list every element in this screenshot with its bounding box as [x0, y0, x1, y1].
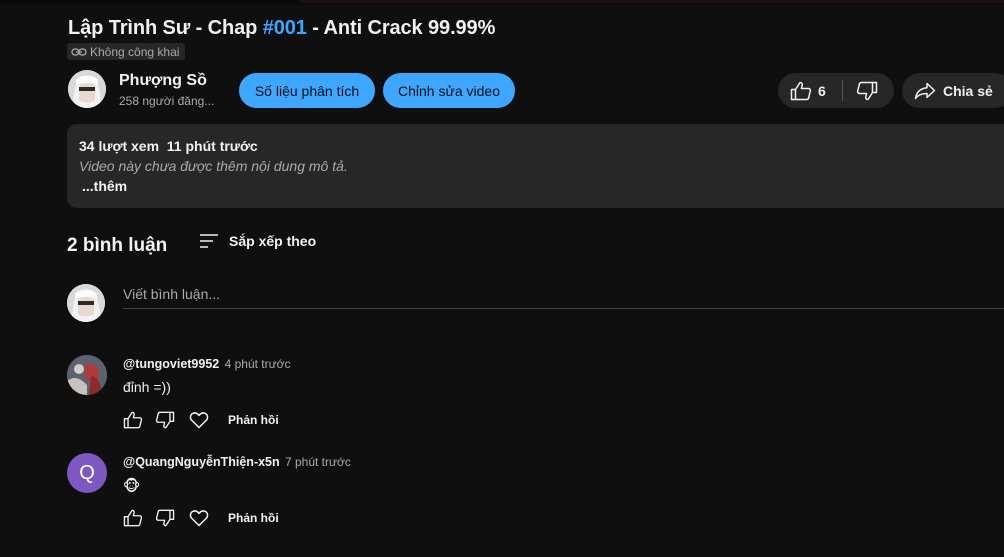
comment-header: @tungoviet9952 4 phút trước	[123, 357, 291, 371]
channel-name[interactable]: Phượng Sồ	[119, 72, 207, 90]
description-text: Video này chưa được thêm nội dung mô tả.	[79, 158, 348, 174]
channel-avatar[interactable]	[68, 70, 106, 108]
comment-dislike-icon[interactable]	[153, 408, 177, 432]
comment-actions: Phản hồi	[121, 408, 279, 432]
comment-time[interactable]: 4 phút trước	[225, 357, 291, 371]
heart-icon[interactable]	[187, 506, 211, 530]
share-label: Chia sẻ	[943, 82, 993, 99]
reply-button[interactable]: Phản hồi	[228, 511, 279, 525]
sort-by-button[interactable]: Sắp xếp theo	[199, 233, 316, 249]
comment-input-underline	[123, 308, 1004, 309]
view-stats: 34 lượt xem 11 phút trước	[79, 138, 258, 154]
show-more-link[interactable]: ...thêm	[82, 178, 127, 194]
privacy-badge: Không công khai	[67, 43, 186, 60]
comment-like-icon[interactable]	[121, 408, 145, 432]
commenter-avatar[interactable]	[67, 355, 107, 395]
description-box[interactable]: 34 lượt xem 11 phút trước Video này chưa…	[67, 124, 1004, 208]
share-button[interactable]: Chia sẻ	[902, 73, 1004, 108]
comment-author[interactable]: @QuangNguyễnThiện-x5n	[123, 455, 280, 469]
comment-header: @QuangNguyễnThiện-x5n 7 phút trước	[123, 455, 351, 469]
comments-count: 2 bình luận	[67, 235, 168, 256]
commenter-avatar[interactable]: Q	[67, 453, 107, 493]
dislike-icon[interactable]	[856, 81, 878, 101]
privacy-label: Không công khai	[90, 44, 180, 59]
comment-like-icon[interactable]	[121, 506, 145, 530]
title-hashtag-link[interactable]: #001	[263, 17, 307, 39]
like-count: 6	[818, 83, 826, 99]
sort-label: Sắp xếp theo	[229, 233, 317, 249]
comment-text: đỉnh =))	[123, 379, 171, 395]
like-dislike-bar: 6	[778, 73, 894, 108]
comment-actions: Phản hồi	[121, 506, 279, 530]
comment-emoji: 🐵	[123, 478, 141, 495]
comment-dislike-icon[interactable]	[153, 506, 177, 530]
share-icon	[914, 82, 936, 99]
video-title: Lập Trình Sư - Chap #001 - Anti Crack 99…	[68, 17, 496, 39]
add-comment-input[interactable]: Viết bình luận...	[123, 286, 220, 302]
like-separator	[842, 80, 843, 101]
subscriber-count: 258 người đăng...	[119, 94, 215, 108]
analytics-button[interactable]: Số liệu phân tích	[239, 73, 375, 108]
reply-button[interactable]: Phản hồi	[228, 413, 279, 427]
player-edge	[300, 0, 1004, 3]
my-avatar	[67, 284, 105, 322]
top-border	[0, 0, 1004, 4]
comment-time[interactable]: 7 phút trước	[285, 455, 351, 469]
like-icon[interactable]	[790, 81, 812, 101]
link-icon	[71, 47, 87, 56]
heart-icon[interactable]	[187, 408, 211, 432]
edit-video-button[interactable]: Chỉnh sửa video	[383, 73, 515, 108]
avatar-letter: Q	[79, 461, 95, 484]
comment-author[interactable]: @tungoviet9952	[123, 357, 219, 371]
sort-icon	[200, 234, 218, 248]
